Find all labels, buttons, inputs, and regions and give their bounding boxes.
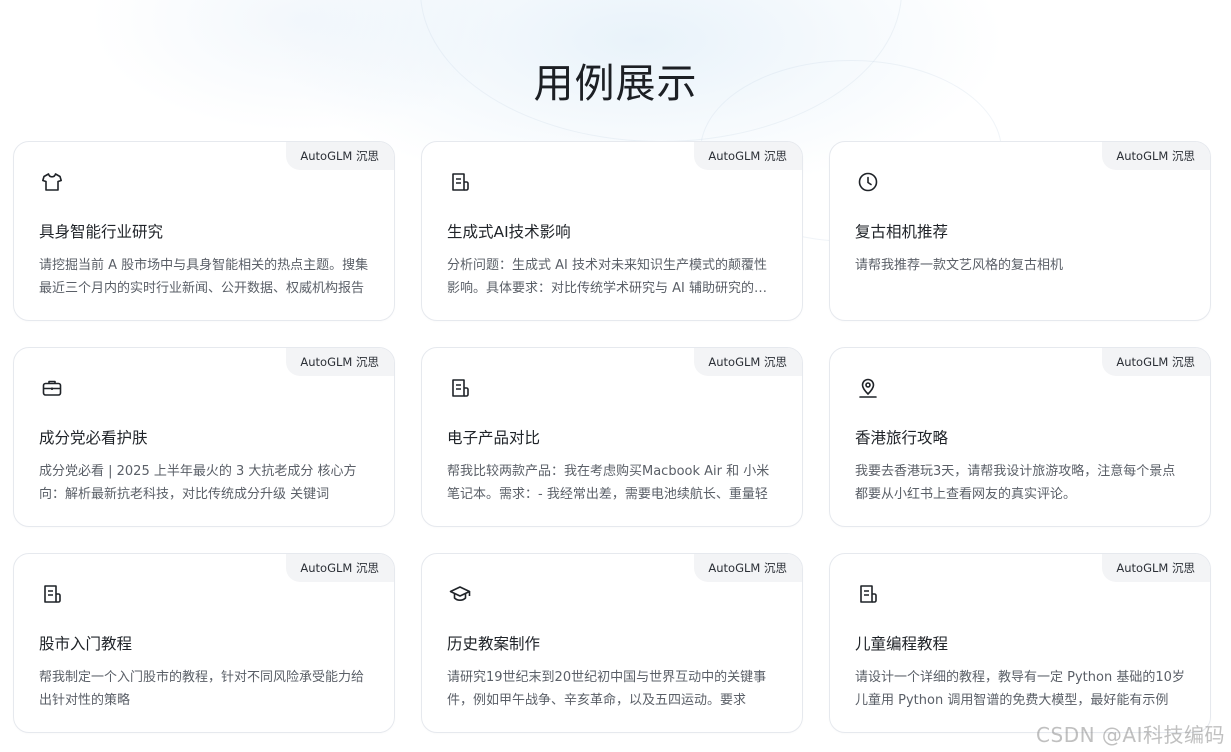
document-icon: [448, 376, 472, 400]
model-badge: AutoGLM 沉思: [286, 348, 394, 376]
card-title: 复古相机推荐: [855, 223, 949, 241]
model-badge: AutoGLM 沉思: [1102, 348, 1210, 376]
briefcase-icon: [40, 376, 64, 400]
card-description: 帮我比较两款产品：我在考虑购买Macbook Air 和 小米笔记本。需求：- …: [447, 464, 770, 502]
document-icon: [40, 582, 64, 606]
clock-icon: [856, 170, 880, 194]
location-pin-icon: [856, 376, 880, 400]
use-case-card[interactable]: AutoGLM 沉思生成式AI技术影响分析问题：生成式 AI 技术对未来知识生产…: [421, 141, 803, 321]
model-badge: AutoGLM 沉思: [286, 554, 394, 582]
use-case-card[interactable]: AutoGLM 沉思儿童编程教程请设计一个详细的教程，教导有一定 Python …: [829, 553, 1211, 733]
card-title: 电子产品对比: [447, 429, 541, 447]
card-description: 我要去香港玩3天，请帮我设计旅游攻略，注意每个景点都要从小红书上查看网友的真实评…: [855, 464, 1176, 502]
card-title: 儿童编程教程: [855, 635, 949, 653]
use-case-card[interactable]: AutoGLM 沉思具身智能行业研究请挖掘当前 A 股市场中与具身智能相关的热点…: [13, 141, 395, 321]
document-icon: [856, 582, 880, 606]
card-description: 帮我制定一个入门股市的教程，针对不同风险承受能力给出针对性的策略: [39, 670, 365, 708]
use-case-card[interactable]: AutoGLM 沉思成分党必看护肤成分党必看 | 2025 上半年最火的 3 大…: [13, 347, 395, 527]
card-description: 请帮我推荐一款文艺风格的复古相机: [855, 258, 1064, 273]
model-badge: AutoGLM 沉思: [1102, 142, 1210, 170]
use-case-card[interactable]: AutoGLM 沉思电子产品对比帮我比较两款产品：我在考虑购买Macbook A…: [421, 347, 803, 527]
card-title: 具身智能行业研究: [39, 223, 164, 241]
card-title: 历史教案制作: [447, 635, 541, 653]
model-badge: AutoGLM 沉思: [694, 142, 802, 170]
card-title: 成分党必看护肤: [39, 429, 148, 447]
card-description: 请设计一个详细的教程，教导有一定 Python 基础的10岁儿童用 Python…: [855, 670, 1185, 708]
shirt-icon: [40, 170, 64, 194]
model-badge: AutoGLM 沉思: [694, 348, 802, 376]
document-icon: [448, 170, 472, 194]
use-case-card[interactable]: AutoGLM 沉思股市入门教程帮我制定一个入门股市的教程，针对不同风险承受能力…: [13, 553, 395, 733]
card-description: 请研究19世纪末到20世纪初中国与世界互动中的关键事件，例如甲午战争、辛亥革命，…: [447, 670, 767, 708]
card-description: 成分党必看 | 2025 上半年最火的 3 大抗老成分 核心方向：解析最新抗老科…: [39, 464, 357, 502]
use-case-card[interactable]: AutoGLM 沉思复古相机推荐请帮我推荐一款文艺风格的复古相机: [829, 141, 1211, 321]
watermark: CSDN @AI科技编码: [1036, 723, 1225, 747]
card-title: 香港旅行攻略: [855, 429, 949, 447]
model-badge: AutoGLM 沉思: [1102, 554, 1210, 582]
card-title: 生成式AI技术影响: [447, 223, 571, 241]
graduation-cap-icon: [448, 582, 472, 606]
use-case-card[interactable]: AutoGLM 沉思历史教案制作请研究19世纪末到20世纪初中国与世界互动中的关…: [421, 553, 803, 733]
page-title: 用例展示: [533, 60, 698, 107]
model-badge: AutoGLM 沉思: [694, 554, 802, 582]
use-case-card[interactable]: AutoGLM 沉思香港旅行攻略我要去香港玩3天，请帮我设计旅游攻略，注意每个景…: [829, 347, 1211, 527]
card-description: 请挖掘当前 A 股市场中与具身智能相关的热点主题。搜集最近三个月内的实时行业新闻…: [39, 258, 369, 296]
model-badge: AutoGLM 沉思: [286, 142, 394, 170]
card-title: 股市入门教程: [39, 635, 133, 653]
card-description: 分析问题：生成式 AI 技术对未来知识生产模式的颠覆性影响。具体要求：对比传统学…: [447, 258, 767, 296]
